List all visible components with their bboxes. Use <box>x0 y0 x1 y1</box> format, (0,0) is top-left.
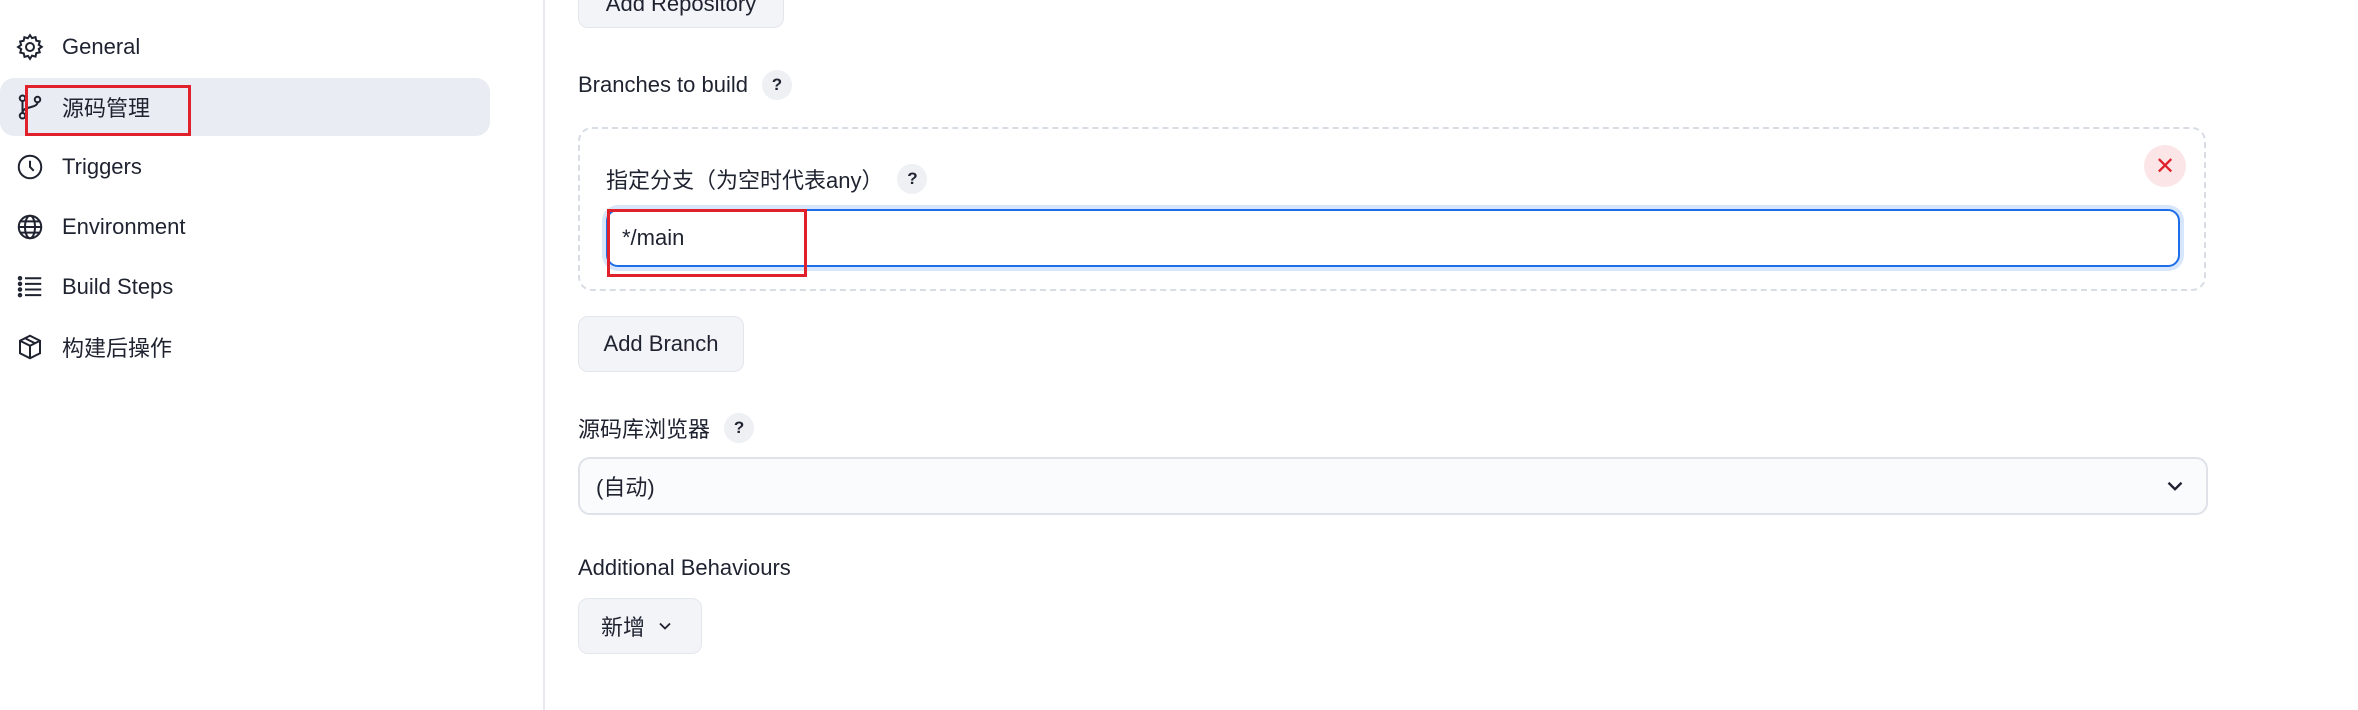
globe-icon <box>14 211 46 243</box>
sidebar-item-environment[interactable]: Environment <box>0 198 490 256</box>
sidebar: General 源码管理 Triggers Environment Build … <box>0 0 545 710</box>
branch-spec-card: 指定分支（为空时代表any） ? ✕ <box>578 127 2206 291</box>
repo-browser-select[interactable]: (自动) <box>578 457 2208 515</box>
additional-behaviours-label: Additional Behaviours <box>578 555 791 580</box>
add-new-behaviour-button[interactable]: 新增 <box>578 598 702 654</box>
branch-specifier-input[interactable] <box>606 209 2180 267</box>
branches-to-build-label: Branches to build ? <box>578 69 792 101</box>
repo-browser-label: 源码库浏览器 ? <box>578 412 755 444</box>
sidebar-item-label: 构建后操作 <box>62 336 173 361</box>
chevron-down-icon <box>2167 481 2183 491</box>
highlight-box <box>25 85 191 136</box>
close-icon[interactable]: ✕ <box>2144 145 2186 187</box>
main-content: Add Repository Branches to build ? 指定分支（… <box>578 0 2208 710</box>
list-icon <box>14 271 46 303</box>
repo-browser-value: (自动) <box>596 475 655 500</box>
help-icon[interactable]: ? <box>762 70 792 100</box>
sidebar-item-label: Triggers <box>62 154 142 179</box>
package-icon <box>14 331 46 363</box>
sidebar-item-post-build[interactable]: 构建后操作 <box>0 318 490 376</box>
clock-icon <box>14 151 46 183</box>
sidebar-item-build-steps[interactable]: Build Steps <box>0 258 490 316</box>
chevron-down-icon <box>659 622 671 630</box>
add-repository-button[interactable]: Add Repository <box>578 0 784 28</box>
sidebar-item-triggers[interactable]: Triggers <box>0 138 490 196</box>
add-branch-button[interactable]: Add Branch <box>578 316 744 372</box>
add-new-label: 新增 <box>601 615 646 640</box>
sidebar-item-label: Environment <box>62 214 186 239</box>
sidebar-item-label: Build Steps <box>62 274 174 299</box>
branches-to-build-text: Branches to build <box>578 72 748 97</box>
branch-spec-text: 指定分支（为空时代表any） <box>606 168 884 193</box>
gear-icon <box>14 31 46 63</box>
sidebar-item-label: General <box>62 34 141 59</box>
highlight-box <box>607 209 807 277</box>
help-icon[interactable]: ? <box>897 164 928 194</box>
help-icon[interactable]: ? <box>724 413 755 443</box>
branch-spec-label: 指定分支（为空时代表any） ? <box>606 163 928 195</box>
sidebar-item-general[interactable]: General <box>0 18 490 76</box>
repo-browser-text: 源码库浏览器 <box>578 417 711 442</box>
